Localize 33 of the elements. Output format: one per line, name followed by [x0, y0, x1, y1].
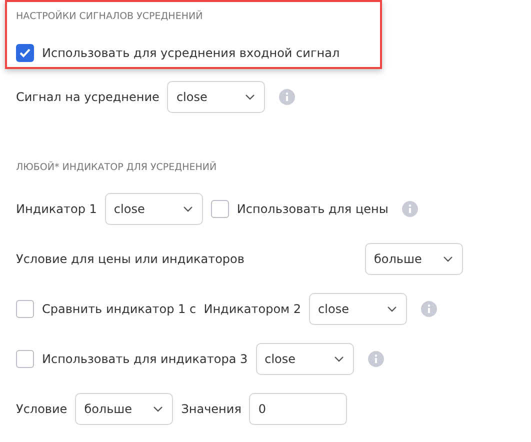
field-label: Условие: [16, 402, 68, 416]
input-field[interactable]: 0: [249, 393, 348, 425]
checkbox[interactable]: [210, 200, 229, 218]
info-icon[interactable]: [421, 301, 438, 317]
section-heading: ЛЮБОЙ* ИНДИКАТОР ДЛЯ УСРЕДНЕНИЙ: [16, 161, 218, 175]
checkbox-label: Использовать для усреднения входной сигнал: [42, 46, 340, 60]
checkbox[interactable]: [16, 350, 34, 368]
check-icon: [19, 48, 31, 58]
info-icon[interactable]: [402, 201, 418, 217]
caret-icon: [182, 206, 193, 212]
dropdown[interactable]: close: [256, 343, 354, 375]
checkbox-label: Сравнить индикатор 1 с Индикатором 2: [42, 302, 302, 316]
info-icon[interactable]: [368, 351, 384, 367]
caret-icon: [334, 356, 344, 362]
dropdown[interactable]: больше: [75, 393, 174, 425]
dropdown[interactable]: close: [104, 193, 203, 225]
field-label: Сигнал на усреднение: [16, 90, 160, 104]
field-label: Значения: [181, 402, 242, 416]
checkbox[interactable]: [16, 44, 34, 62]
dropdown[interactable]: close: [167, 81, 266, 113]
checkbox[interactable]: [16, 300, 34, 318]
info-icon[interactable]: [279, 89, 296, 105]
caret-icon: [387, 306, 398, 312]
dropdown[interactable]: close: [309, 293, 408, 325]
checkbox-label: Использовать для индикатора 3: [42, 352, 248, 366]
section-heading: НАСТРОЙКИ СИГНАЛОВ УСРЕДНЕНИЙ: [16, 10, 204, 24]
checkbox-label: Использовать для цены: [236, 202, 388, 216]
dropdown[interactable]: больше: [365, 243, 463, 275]
caret-icon: [245, 94, 256, 100]
field-label: Индикатор 1: [16, 202, 97, 216]
caret-icon: [443, 256, 453, 262]
caret-icon: [153, 406, 164, 412]
field-label: Условие для цены или индикаторов: [16, 252, 244, 266]
